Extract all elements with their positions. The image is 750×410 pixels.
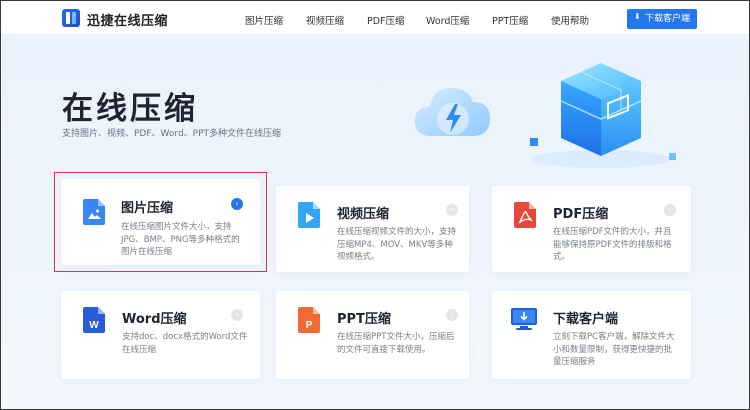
card-description: 在线压缩图片文件大小，支持JPG、BMP、PNG等多种格式的图片在线压缩 [121,222,240,257]
card-title: PDF压缩 [553,207,609,222]
brand-name[interactable]: 迅捷在线压缩 [87,10,168,29]
card-pdf-compress[interactable]: PDF压缩 › 在线压缩PDF文件的大小，并且能够保持原PDF文件的排版和格式。 [492,186,691,272]
page-title: 在线压缩 [62,91,198,127]
monitor-download-icon [511,308,537,330]
card-title: 下载客户端 [553,312,619,327]
pdf-file-icon [514,202,536,228]
nav-pdf-compress[interactable]: PDF压缩 [367,13,405,27]
svg-text:P: P [306,320,313,331]
card-video-compress[interactable]: 视频压缩 › 在线压缩视频文件的大小，支持压缩MP4、MOV、MKV等多种视频格… [276,186,469,272]
card-description: 支持doc、docx格式的Word文件在线压缩 [122,332,248,355]
nav-word-compress[interactable]: Word压缩 [426,13,469,27]
download-icon [634,7,642,27]
nav-ppt-compress[interactable]: PPT压缩 [492,13,528,27]
card-word-compress[interactable]: W Word压缩 › 支持doc、docx格式的Word文件在线压缩 [61,291,260,379]
card-ppt-compress[interactable]: P PPT压缩 › 在线压缩PPT文件大小，压缩后的文件可直接下载使用。 [276,291,469,379]
cloud-icon [415,88,491,136]
page-subtitle: 支持图片、视频、PDF、Word、PPT多种文件在线压缩 [62,129,282,139]
image-file-icon [83,199,105,225]
svg-text:W: W [89,320,99,331]
top-header: 迅捷在线压缩 图片压缩 视频压缩 PDF压缩 Word压缩 PPT压缩 使用帮助… [2,2,749,35]
card-title: 视频压缩 [337,207,390,222]
chevron-right-icon[interactable]: › [446,204,458,216]
download-client-label: 下载客户端 [644,14,690,24]
chevron-right-icon[interactable]: › [446,309,458,321]
card-title: 图片压缩 [121,201,174,216]
card-description: 在线压缩视频文件的大小，支持压缩MP4、MOV、MKV等多种视频格式。 [337,227,457,262]
card-title: Word压缩 [122,312,187,327]
card-description: 在线压缩PDF文件的大小，并且能够保持原PDF文件的排版和格式。 [553,227,672,262]
small-cube-icon [530,138,538,146]
card-image-compress[interactable]: 图片压缩 › 在线压缩图片文件大小，支持JPG、BMP、PNG等多种格式的图片在… [61,179,260,265]
card-download-client[interactable]: 下载客户端 立刻下载PC客户端，解除文件大小和数量限制，获得更快捷的批量压缩服务 [492,291,691,379]
compressed-box-icon [560,63,642,156]
nav-image-compress[interactable]: 图片压缩 [245,13,283,27]
card-description: 立刻下载PC客户端，解除文件大小和数量限制，获得更快捷的批量压缩服务 [553,332,675,367]
nav-help[interactable]: 使用帮助 [551,13,589,27]
hero-illustration [415,63,676,168]
card-description: 在线压缩PPT文件大小，压缩后的文件可直接下载使用。 [337,332,455,355]
page-frame: 迅捷在线压缩 图片压缩 视频压缩 PDF压缩 Word压缩 PPT压缩 使用帮助… [0,0,750,410]
nav-video-compress[interactable]: 视频压缩 [306,13,344,27]
word-file-icon: W [83,307,105,333]
card-title: PPT压缩 [337,312,391,327]
chevron-right-icon[interactable]: › [231,309,243,321]
small-cube-icon [669,153,676,160]
chevron-right-icon[interactable]: › [231,198,243,210]
ppt-file-icon: P [298,307,320,333]
logo-icon[interactable] [62,9,80,27]
chevron-right-icon[interactable]: › [664,204,676,216]
video-file-icon [298,202,320,228]
download-client-button[interactable]: 下载客户端 [627,7,697,29]
